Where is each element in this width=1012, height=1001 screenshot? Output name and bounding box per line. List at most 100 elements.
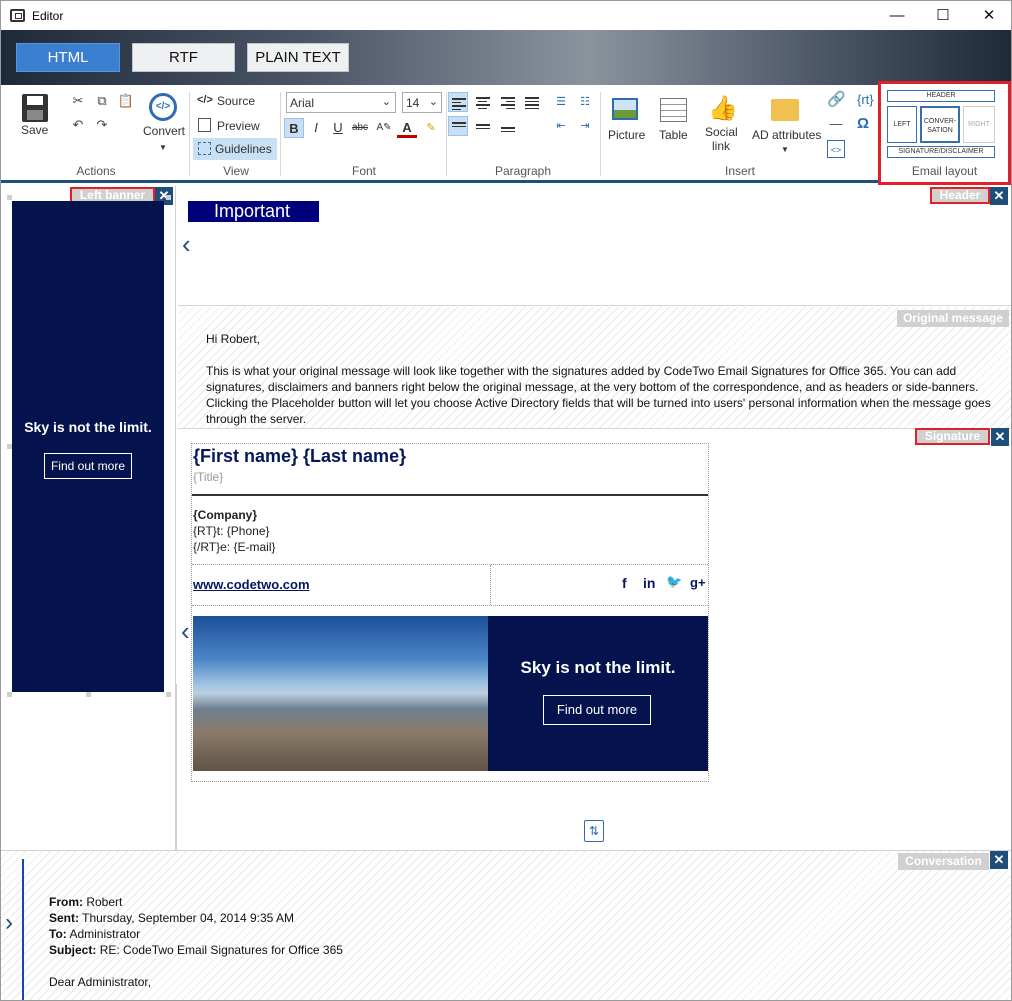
website-link[interactable]: www.codetwo.com xyxy=(193,577,310,592)
left-banner[interactable]: Sky is not the limit. Find out more xyxy=(12,201,164,692)
mode-rtf-button[interactable]: RTF xyxy=(132,43,235,72)
divider xyxy=(600,92,601,176)
signature-banner-button[interactable]: Find out more xyxy=(543,695,651,725)
divider xyxy=(192,605,708,606)
layout-right-option[interactable]: RIGHT xyxy=(963,106,995,143)
convert-icon[interactable]: </> xyxy=(149,93,177,121)
strikethrough-button[interactable]: abc xyxy=(350,118,370,138)
left-banner-headline: Sky is not the limit. xyxy=(24,419,152,435)
source-button[interactable]: Source xyxy=(217,94,255,108)
signature-banner[interactable]: Sky is not the limit. Find out more xyxy=(488,616,708,771)
indent-button[interactable]: ⇥ xyxy=(575,116,595,136)
email-layout-group-label: Email layout xyxy=(911,164,978,178)
editor-canvas: Left banner ✕ Sky is not the limit. Find… xyxy=(1,186,1011,1001)
align-right-button[interactable] xyxy=(498,92,518,112)
email-layout-panel: HEADER LEFT CONVER-SATION RIGHT SIGNATUR… xyxy=(878,81,1011,185)
link-icon[interactable]: 🔗 xyxy=(827,91,846,109)
valign-top-button[interactable] xyxy=(448,116,468,136)
copy-icon[interactable]: ⧉ xyxy=(93,92,111,110)
save-icon[interactable] xyxy=(22,94,48,122)
font-family-select[interactable]: Arial ⌄ xyxy=(286,92,396,113)
divider xyxy=(189,92,190,176)
clear-format-button[interactable]: A✎ xyxy=(374,118,394,138)
signature-phone: {RT}t: {Phone} xyxy=(193,524,270,538)
layout-conversation-option[interactable]: CONVER-SATION xyxy=(920,106,960,143)
conversation-from: From: Robert xyxy=(49,895,123,909)
mode-plain-text-button[interactable]: PLAIN TEXT xyxy=(247,43,349,72)
source-icon[interactable]: </> xyxy=(197,94,213,106)
maximize-button[interactable]: ☐ xyxy=(920,1,966,31)
valign-middle-button[interactable] xyxy=(473,116,493,136)
font-color-button[interactable]: A xyxy=(397,118,417,138)
bullet-list-button[interactable]: ☰ xyxy=(551,92,571,112)
numbered-list-button[interactable]: ☷ xyxy=(575,92,595,112)
resize-handle[interactable] xyxy=(166,195,171,200)
resize-handle[interactable] xyxy=(86,692,91,697)
guidelines-button[interactable]: Guidelines xyxy=(193,138,277,160)
header-close-icon[interactable]: ✕ xyxy=(990,187,1008,205)
layout-header-option[interactable]: HEADER xyxy=(887,90,995,102)
valign-bottom-button[interactable] xyxy=(498,116,518,136)
italic-button[interactable]: I xyxy=(306,118,326,138)
horizontal-line-icon[interactable]: — xyxy=(827,115,845,133)
preview-icon[interactable] xyxy=(198,118,211,132)
thumbs-up-icon[interactable]: 👍 xyxy=(708,94,738,123)
paste-icon[interactable]: 📋 xyxy=(117,92,135,110)
layout-left-option[interactable]: LEFT xyxy=(887,106,917,143)
facebook-icon[interactable]: f xyxy=(622,575,627,591)
important-banner[interactable]: Important xyxy=(188,201,319,222)
conversation-greeting: Dear Administrator, xyxy=(49,975,152,989)
ad-dropdown-icon[interactable]: ▼ xyxy=(781,145,789,154)
signature-close-icon[interactable]: ✕ xyxy=(991,428,1009,446)
special-char-icon[interactable]: Ω xyxy=(857,115,869,132)
swap-icon[interactable]: ⇅ xyxy=(584,820,604,842)
resize-handle[interactable] xyxy=(7,692,12,697)
highlight-button[interactable]: ✎ xyxy=(421,118,441,138)
chevron-left-icon[interactable]: ‹ xyxy=(181,618,190,644)
ad-attributes-button[interactable]: AD attributes xyxy=(752,128,821,142)
window-title: Editor xyxy=(32,9,64,23)
table-button[interactable]: Table xyxy=(659,128,688,142)
align-left-button[interactable] xyxy=(448,92,468,112)
mode-html-button[interactable]: HTML xyxy=(16,43,120,72)
folder-icon[interactable] xyxy=(771,99,799,121)
justify-button[interactable] xyxy=(522,92,542,112)
convert-dropdown-icon[interactable]: ▼ xyxy=(159,143,167,152)
save-label[interactable]: Save xyxy=(21,123,48,137)
underline-button[interactable]: U xyxy=(328,118,348,138)
linkedin-icon[interactable]: in xyxy=(643,575,655,591)
divider xyxy=(178,305,1011,306)
googleplus-icon[interactable]: g+ xyxy=(690,575,706,590)
social-link-button[interactable]: Social link xyxy=(705,125,738,153)
minimize-button[interactable]: — xyxy=(874,1,920,31)
signature-block[interactable]: {First name} {Last name} {Title} {Compan… xyxy=(191,443,709,782)
original-body: This is what your original message will … xyxy=(206,364,991,426)
cut-icon[interactable]: ✂ xyxy=(69,92,87,110)
picture-button[interactable]: Picture xyxy=(608,128,645,142)
twitter-icon[interactable]: 🐦 xyxy=(666,574,682,590)
undo-icon[interactable]: ↶ xyxy=(69,116,87,134)
redo-icon[interactable]: ↷ xyxy=(93,116,111,134)
bold-button[interactable]: B xyxy=(284,118,304,138)
resize-handle[interactable] xyxy=(7,195,12,200)
conversation-close-icon[interactable]: ✕ xyxy=(990,851,1008,869)
mode-bar: HTML RTF PLAIN TEXT xyxy=(1,30,1011,85)
layout-signature-option[interactable]: SIGNATURE/DISCLAIMER xyxy=(887,146,995,158)
html-snippet-icon[interactable]: <> xyxy=(827,140,845,158)
picture-icon[interactable] xyxy=(612,98,638,120)
preview-button[interactable]: Preview xyxy=(217,119,260,133)
convert-label[interactable]: Convert xyxy=(143,124,185,138)
chevron-down-icon: ⌄ xyxy=(381,96,391,108)
resize-handle[interactable] xyxy=(166,692,171,697)
conversation-to: To: Administrator xyxy=(49,927,141,941)
original-greeting: Hi Robert, xyxy=(206,332,261,346)
close-button[interactable]: ✕ xyxy=(966,1,1012,31)
left-banner-button[interactable]: Find out more xyxy=(44,453,132,479)
chevron-right-icon[interactable]: › xyxy=(5,911,13,935)
align-center-button[interactable] xyxy=(473,92,493,112)
rt-button[interactable]: {rt} xyxy=(857,92,874,107)
outdent-button[interactable]: ⇤ xyxy=(551,116,571,136)
chevron-left-icon[interactable]: ‹ xyxy=(182,231,191,257)
font-size-select[interactable]: 14 ⌄ xyxy=(402,92,442,113)
table-icon[interactable] xyxy=(660,98,687,122)
